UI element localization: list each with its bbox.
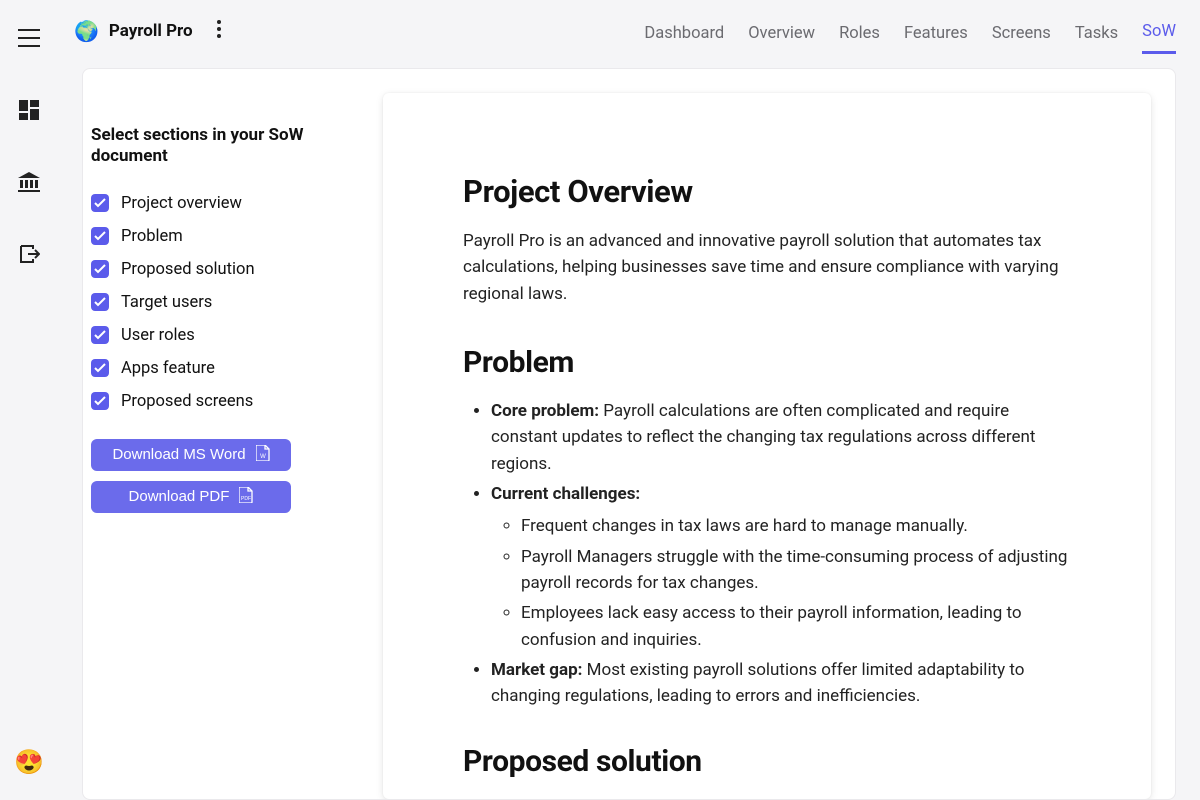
hamburger-menu-icon[interactable] <box>17 26 41 50</box>
section-heading-solution: Proposed solution <box>463 744 1071 779</box>
more-options-icon[interactable] <box>217 20 221 42</box>
checkbox-icon <box>91 326 109 344</box>
item-label: Market gap: <box>491 660 582 680</box>
checkbox-icon <box>91 392 109 410</box>
app-name: Payroll Pro <box>109 21 193 41</box>
checkbox-label: Project overview <box>121 194 242 213</box>
checkbox-project-overview[interactable]: Project overview <box>91 194 359 213</box>
content-shell: Select sections in your SoW document Pro… <box>58 62 1200 800</box>
download-pdf-button[interactable]: Download PDF PDF <box>91 481 291 513</box>
list-item: Payroll Managers struggle with the time-… <box>521 544 1071 597</box>
tab-sow[interactable]: SoW <box>1142 22 1176 54</box>
dashboard-icon[interactable] <box>17 98 41 122</box>
button-label: Download PDF <box>129 488 230 505</box>
checkbox-user-roles[interactable]: User roles <box>91 326 359 345</box>
item-label: Core problem: <box>491 401 599 421</box>
solution-list: Core solution: Payroll Pro automates the… <box>463 797 1071 799</box>
button-label: Download MS Word <box>112 446 245 463</box>
feedback-emoji-button[interactable]: 😍 <box>14 748 44 776</box>
checkbox-label: Proposed solution <box>121 260 255 279</box>
checkbox-label: Proposed screens <box>121 392 253 411</box>
app-logo-icon: 🌍 <box>74 19 99 43</box>
section-heading-problem: Problem <box>463 345 1071 380</box>
section-heading-overview: Project Overview <box>463 173 1071 210</box>
checkbox-label: Target users <box>121 293 212 312</box>
nav-tabs: Dashboard Overview Roles Features Screen… <box>644 22 1176 40</box>
checkbox-icon <box>91 227 109 245</box>
checkbox-problem[interactable]: Problem <box>91 227 359 246</box>
overview-body: Payroll Pro is an advanced and innovativ… <box>463 228 1071 307</box>
checkbox-icon <box>91 194 109 212</box>
checkbox-icon <box>91 293 109 311</box>
tab-features[interactable]: Features <box>904 24 968 53</box>
list-item: Current challenges: Frequent changes in … <box>491 481 1071 653</box>
sidebar-heading: Select sections in your SoW document <box>91 125 359 168</box>
tab-overview[interactable]: Overview <box>748 24 815 53</box>
checkbox-target-users[interactable]: Target users <box>91 293 359 312</box>
checkbox-proposed-solution[interactable]: Proposed solution <box>91 260 359 279</box>
checkbox-label: Problem <box>121 227 183 246</box>
sections-sidebar: Select sections in your SoW document Pro… <box>91 93 359 799</box>
tab-roles[interactable]: Roles <box>839 24 880 53</box>
list-item: Employees lack easy access to their payr… <box>521 600 1071 653</box>
svg-text:PDF: PDF <box>241 496 251 502</box>
tab-tasks[interactable]: Tasks <box>1075 24 1118 53</box>
item-label: Current challenges: <box>491 484 640 504</box>
list-item: Core problem: Payroll calculations are o… <box>491 398 1071 477</box>
left-rail: 😍 <box>0 0 58 800</box>
tab-screens[interactable]: Screens <box>992 24 1051 53</box>
checkbox-proposed-screens[interactable]: Proposed screens <box>91 392 359 411</box>
content-frame: Select sections in your SoW document Pro… <box>82 68 1176 800</box>
checkbox-label: Apps feature <box>121 359 215 378</box>
checkbox-icon <box>91 359 109 377</box>
sow-document: Project Overview Payroll Pro is an advan… <box>383 93 1151 799</box>
checkbox-label: User roles <box>121 326 195 345</box>
word-file-icon: W <box>256 445 270 465</box>
bank-icon[interactable] <box>17 170 41 194</box>
checkbox-apps-feature[interactable]: Apps feature <box>91 359 359 378</box>
top-header: 🌍 Payroll Pro Dashboard Overview Roles F… <box>58 0 1200 62</box>
svg-text:W: W <box>260 454 266 460</box>
exit-icon[interactable] <box>17 242 41 266</box>
section-checkbox-list: Project overview Problem Proposed soluti… <box>91 194 359 411</box>
list-item: Frequent changes in tax laws are hard to… <box>521 513 1071 539</box>
main-area: 🌍 Payroll Pro Dashboard Overview Roles F… <box>58 0 1200 800</box>
problem-list: Core problem: Payroll calculations are o… <box>463 398 1071 710</box>
download-word-button[interactable]: Download MS Word W <box>91 439 291 471</box>
challenges-sublist: Frequent changes in tax laws are hard to… <box>491 513 1071 653</box>
checkbox-icon <box>91 260 109 278</box>
pdf-file-icon: PDF <box>239 487 253 507</box>
list-item: Core solution: Payroll Pro automates the… <box>491 797 1071 799</box>
list-item: Market gap: Most existing payroll soluti… <box>491 657 1071 710</box>
tab-dashboard[interactable]: Dashboard <box>644 24 724 53</box>
